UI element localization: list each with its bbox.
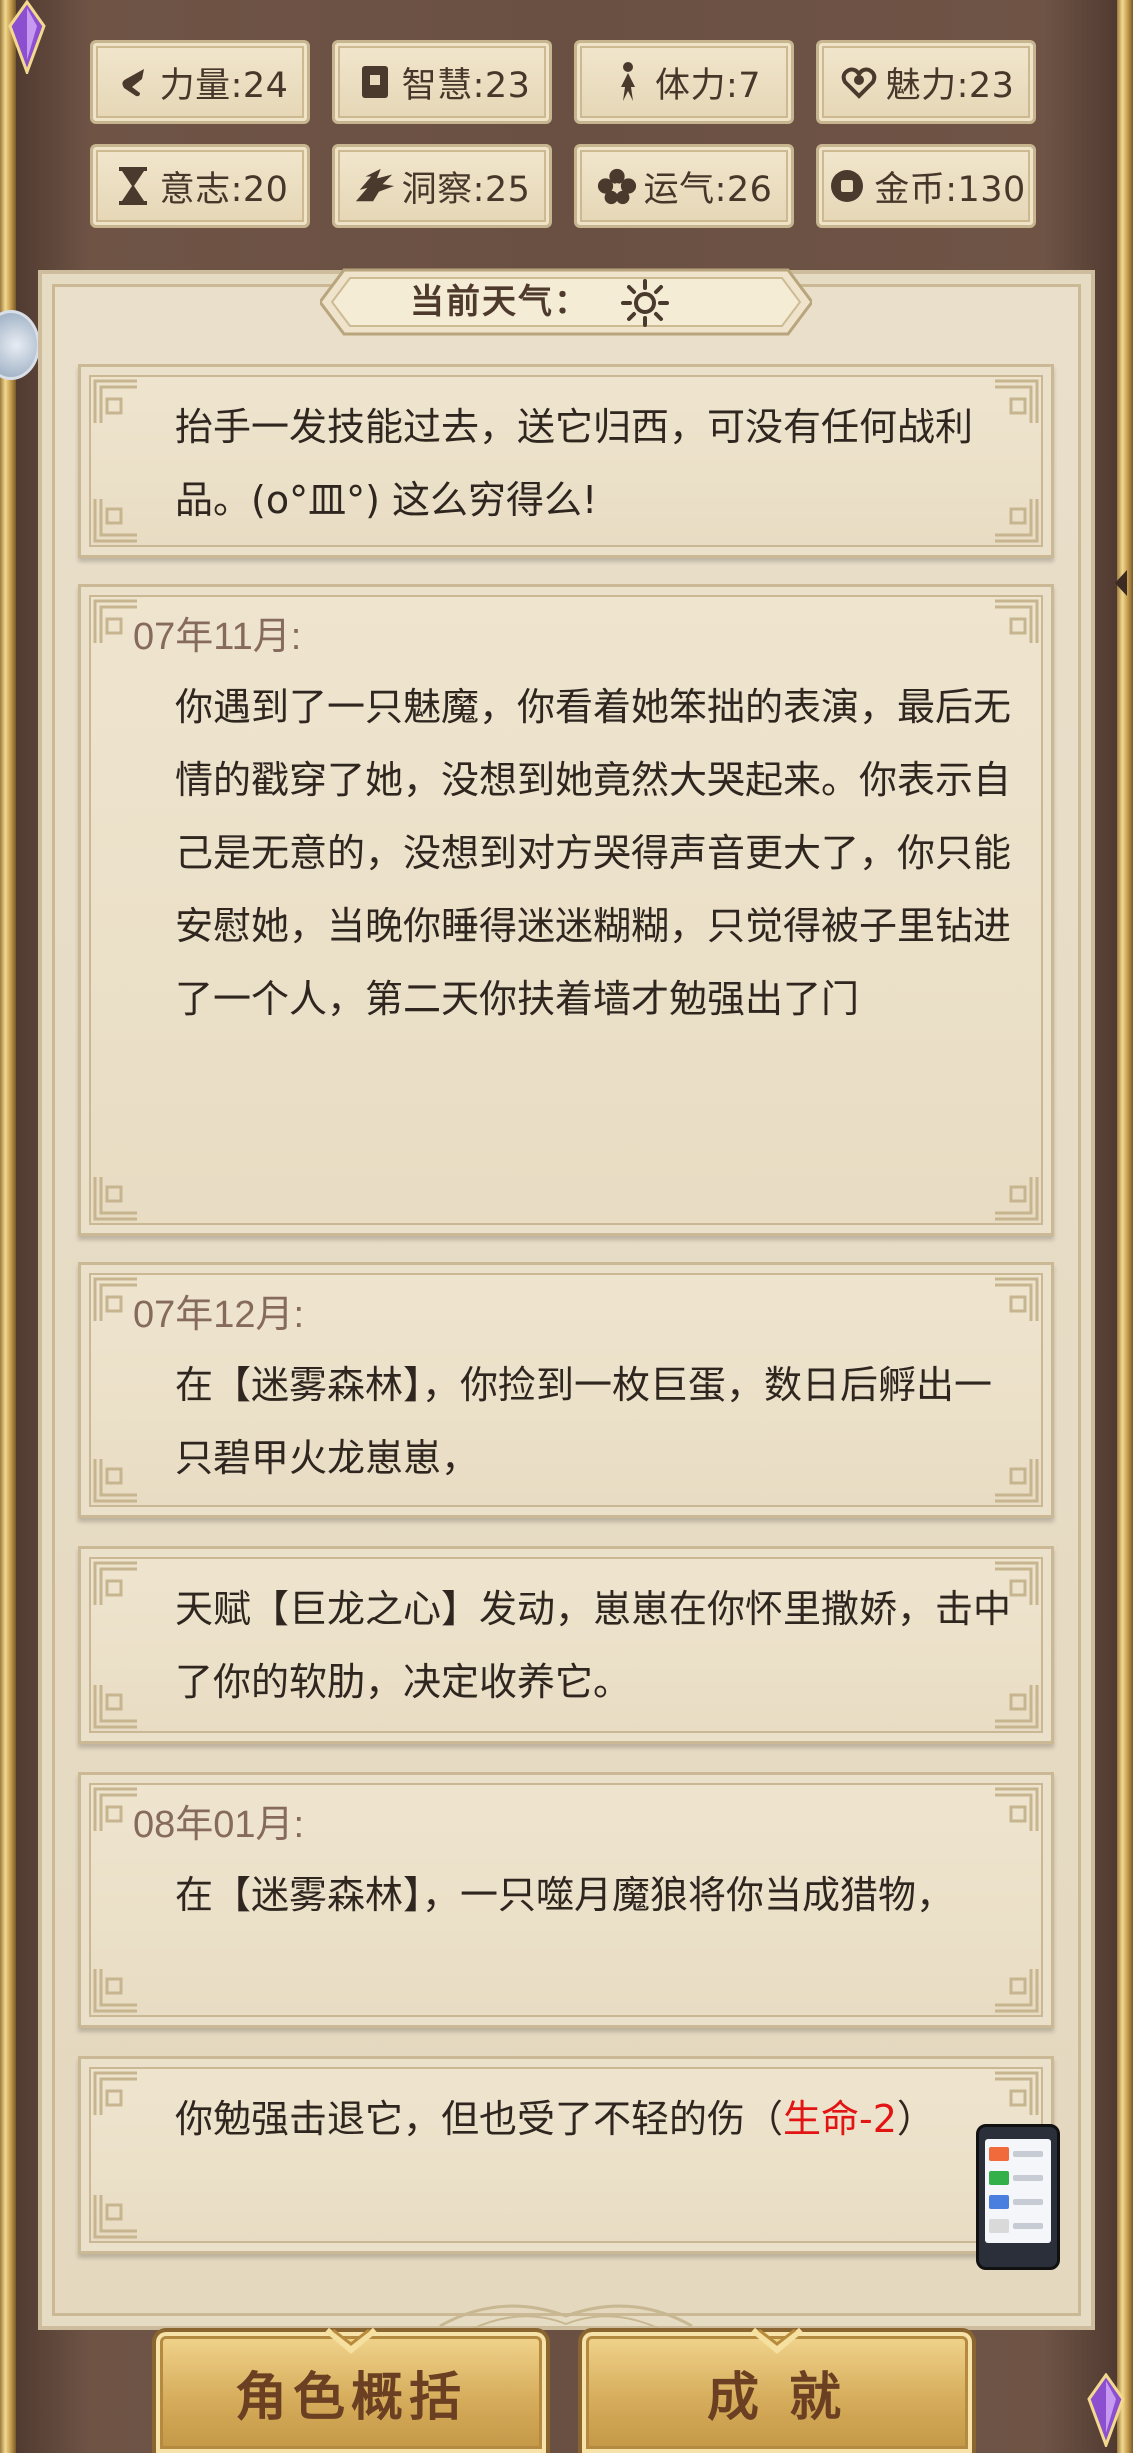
fist-icon	[112, 61, 154, 103]
log-date: 07年11月:	[133, 616, 302, 658]
book-icon	[354, 61, 396, 103]
knot-ornament-icon	[93, 2195, 137, 2239]
heart-swirl-icon	[838, 61, 880, 103]
corner-gem-icon	[8, 0, 46, 74]
knot-ornament-icon	[93, 1459, 137, 1503]
weather-label: 当前天气：	[410, 282, 590, 322]
phone-screen	[985, 2139, 1051, 2243]
hp-change: 生命-2	[783, 2097, 897, 2141]
knot-ornament-icon	[93, 2071, 137, 2115]
log-entry: 抬手一发技能过去，送它归西，可没有任何战利品。(o°皿°) 这么穷得么!	[78, 364, 1054, 558]
log-text: 你遇到了一只魅魔，你看着她笨拙的表演，最后无情的戳穿了她，没想到她竟然大哭起来。…	[175, 685, 1012, 1021]
knot-ornament-icon	[995, 1787, 1039, 1831]
log-entry: 天赋【巨龙之心】发动，崽崽在你怀里撒娇，击中了你的软肋，决定收养它。	[78, 1546, 1054, 1744]
knot-ornament-icon	[93, 499, 137, 543]
knot-ornament-icon	[93, 1685, 137, 1729]
stat-luck: 运气:26	[574, 144, 794, 228]
eagle-icon	[354, 165, 396, 207]
corner-gem-icon	[1087, 2373, 1125, 2447]
character-summary-button[interactable]: 角色概括	[152, 2327, 550, 2453]
knot-ornament-icon	[995, 1969, 1039, 2013]
stat-strength: 力量:24	[90, 40, 310, 124]
log-entry: 你勉强击退它，但也受了不轻的伤（生命-2）	[78, 2056, 1054, 2254]
log-entry: 08年01月: 在【迷雾森林】，一只噬月魔狼将你当成猎物，	[78, 1772, 1054, 2028]
stat-stamina: 体力:7	[574, 40, 794, 124]
floating-phone-widget[interactable]	[976, 2124, 1060, 2270]
stat-gold: 金币:130	[816, 144, 1036, 228]
knot-ornament-icon	[995, 599, 1039, 643]
log-text: 你勉强击退它，但也受了不轻的伤（生命-2）	[175, 2097, 935, 2141]
stat-insight: 洞察:25	[332, 144, 552, 228]
clover-icon	[596, 165, 638, 207]
stat-willpower: 意志:20	[90, 144, 310, 228]
knot-ornament-icon	[995, 1177, 1039, 1221]
knot-ornament-icon	[93, 379, 137, 423]
achievements-button[interactable]: 成 就	[578, 2327, 976, 2453]
coin-icon	[826, 165, 868, 207]
log-date: 07年12月:	[133, 1294, 305, 1336]
knot-ornament-icon	[93, 1561, 137, 1605]
stat-wisdom: 智慧:23	[332, 40, 552, 124]
knot-ornament-icon	[93, 1177, 137, 1221]
log-entry: 07年12月: 在【迷雾森林】，你捡到一枚巨蛋，数日后孵出一只碧甲火龙崽崽，	[78, 1262, 1054, 1518]
runner-icon	[607, 61, 649, 103]
stat-charm: 魅力:23	[816, 40, 1036, 124]
log-text: 在【迷雾森林】，你捡到一枚巨蛋，数日后孵出一只碧甲火龙崽崽，	[175, 1363, 993, 1480]
hourglass-icon	[112, 165, 154, 207]
log-text: 天赋【巨龙之心】发动，崽崽在你怀里撒娇，击中了你的软肋，决定收养它。	[175, 1587, 1012, 1704]
log-entry: 07年11月: 你遇到了一只魅魔，你看着她笨拙的表演，最后无情的戳穿了她，没想到…	[78, 584, 1054, 1236]
chevron-down-icon	[325, 2327, 377, 2354]
sun-icon	[621, 279, 669, 327]
knot-ornament-icon	[93, 1969, 137, 2013]
log-text: 抬手一发技能过去，送它归西，可没有任何战利品。(o°皿°) 这么穷得么!	[175, 405, 974, 522]
knot-ornament-icon	[995, 1277, 1039, 1321]
log-text: 在【迷雾森林】，一只噬月魔狼将你当成猎物，	[175, 1873, 955, 1917]
log-date: 08年01月:	[133, 1804, 305, 1846]
chevron-down-icon	[751, 2327, 803, 2354]
frame-gold-right	[1117, 0, 1133, 2453]
